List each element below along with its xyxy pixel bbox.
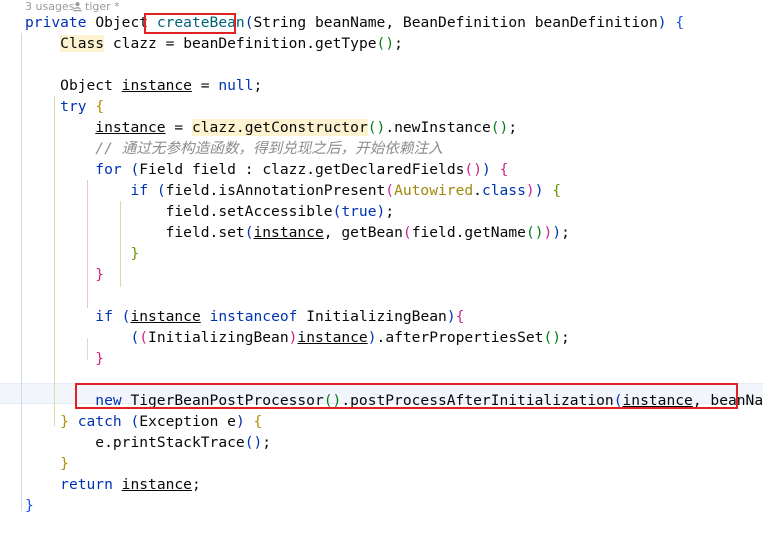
indent-guide-level1 <box>21 33 22 511</box>
person-icon <box>73 2 82 12</box>
comment-text-cjk: 通过无参构造函数，得到兑现之后，开始依赖注入 <box>121 140 443 157</box>
editor-gutter[interactable] <box>0 0 20 535</box>
code-line-1: private Object createBean(String beanNam… <box>25 14 685 31</box>
code-line-2: Class clazz = beanDefinition.getType(); <box>60 35 403 52</box>
code-line-4: Object instance = null; <box>60 77 263 94</box>
code-line-9: if (field.isAnnotationPresent(Autowired.… <box>130 182 562 199</box>
code-line-11: field.set(instance, getBean(field.getNam… <box>165 224 570 241</box>
code-line-16: ((InitializingBean)instance).afterProper… <box>130 329 570 346</box>
code-line-6: instance = clazz.getConstructor().newIns… <box>95 119 518 136</box>
code-line-17: } <box>95 350 105 367</box>
code-line-22: } <box>60 455 69 472</box>
code-line-24: } <box>25 497 34 514</box>
code-editor[interactable]: 3 usages tiger * private Object createBe… <box>0 0 763 535</box>
code-line-19: new TigerBeanPostProcessor().postProcess… <box>95 392 763 409</box>
code-line-13: } <box>95 266 105 283</box>
code-line-8: for (Field field : clazz.getDeclaredFiel… <box>95 161 509 178</box>
code-line-5: try { <box>60 98 105 115</box>
code-line-15: if (instance instanceof InitializingBean… <box>95 308 465 325</box>
code-line-7-comment: // 通过无参构造函数，得到兑现之后，开始依赖注入 <box>95 140 443 157</box>
code-line-12: } <box>130 245 140 262</box>
code-line-21: e.printStackTrace(); <box>95 434 272 451</box>
code-line-20: } catch (Exception e) { <box>60 413 263 430</box>
code-line-10: field.setAccessible(true); <box>165 203 395 220</box>
code-line-23: return instance; <box>60 476 201 493</box>
